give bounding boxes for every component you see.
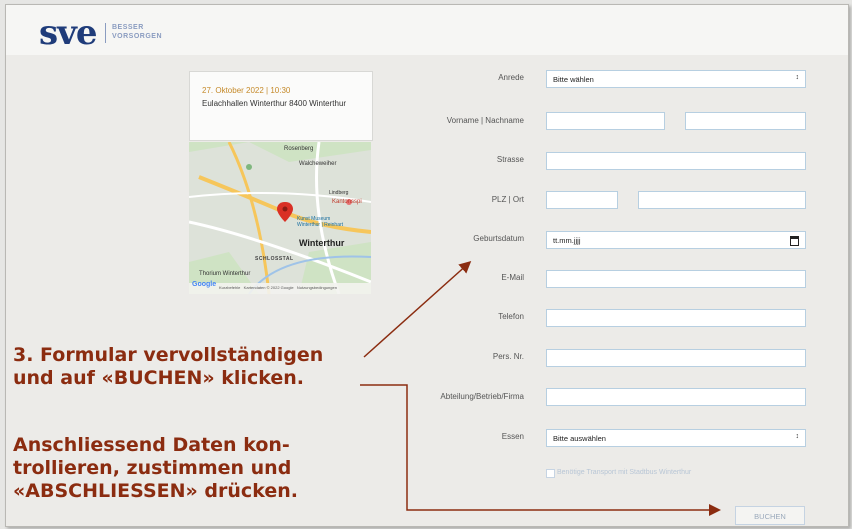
arrow-to-birthdate (363, 260, 472, 358)
instruction-arrows (360, 260, 721, 516)
arrow-to-buchen (360, 384, 721, 516)
booking-page: sve BESSER VORSORGEN 27. Oktober 2022 | … (5, 4, 849, 527)
